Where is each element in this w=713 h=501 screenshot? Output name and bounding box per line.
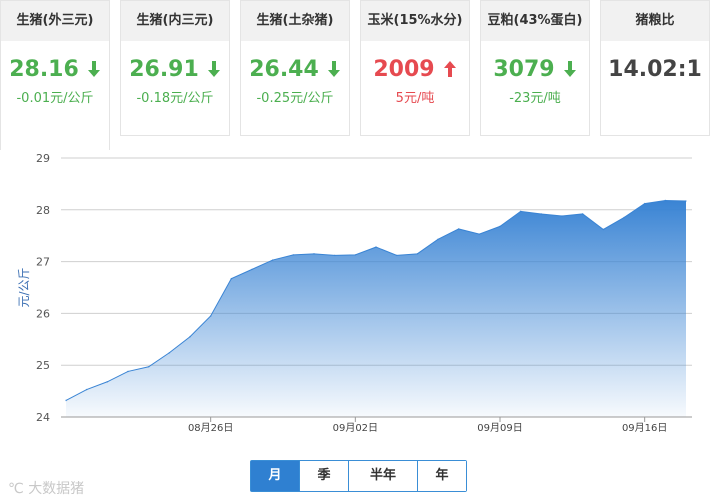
x-tick-label: 08月26日 bbox=[188, 422, 233, 434]
data-point bbox=[416, 253, 419, 255]
card-title: 猪粮比 bbox=[601, 1, 709, 41]
card-price: 26.91 bbox=[121, 55, 229, 85]
data-point bbox=[519, 210, 522, 213]
card-price: 28.16 bbox=[1, 55, 109, 85]
data-point bbox=[561, 215, 563, 217]
down-arrow-icon bbox=[87, 61, 100, 77]
card-pig-grain-ratio[interactable]: 猪粮比 14.02:1 bbox=[600, 0, 710, 136]
data-point bbox=[685, 200, 687, 202]
down-arrow-icon bbox=[327, 61, 340, 77]
x-tick-label: 09月16日 bbox=[622, 422, 667, 434]
y-axis-label: 元/公斤 bbox=[17, 267, 31, 307]
data-point bbox=[168, 351, 171, 354]
y-tick-label: 24 bbox=[36, 411, 50, 424]
card-change: 5元/吨 bbox=[395, 91, 435, 106]
up-arrow-icon bbox=[443, 61, 456, 77]
y-tick-label: 28 bbox=[36, 204, 50, 217]
data-point bbox=[478, 233, 481, 235]
card-pig-inner[interactable]: 生猪(内三元) 26.91 -0.18元/公斤 bbox=[120, 0, 230, 136]
card-pig-outer[interactable]: 生猪(外三元) 28.16 -0.01元/公斤 bbox=[0, 0, 110, 150]
y-tick-label: 27 bbox=[36, 256, 50, 269]
data-point bbox=[127, 370, 129, 373]
card-price: 3079 bbox=[481, 55, 589, 85]
data-point bbox=[230, 277, 233, 280]
data-point bbox=[65, 399, 67, 402]
data-point bbox=[85, 388, 88, 391]
card-title: 生猪(外三元) bbox=[1, 1, 109, 41]
card-change: -0.25元/公斤 bbox=[256, 91, 334, 106]
data-point bbox=[623, 216, 625, 219]
x-tick-label: 09月09日 bbox=[477, 422, 522, 434]
data-point bbox=[251, 268, 253, 271]
data-point bbox=[643, 202, 646, 205]
card-title: 豆粕(43%蛋白) bbox=[481, 1, 589, 41]
card-title: 生猪(土杂猪) bbox=[241, 1, 349, 41]
data-point bbox=[602, 228, 605, 231]
data-point bbox=[147, 365, 150, 368]
card-title: 玉米(15%水分) bbox=[361, 1, 469, 41]
x-tick-label: 09月02日 bbox=[333, 422, 378, 434]
data-point bbox=[106, 380, 109, 383]
y-tick-label: 26 bbox=[36, 307, 50, 320]
data-point bbox=[292, 254, 295, 256]
data-point bbox=[664, 199, 667, 202]
card-soymeal[interactable]: 豆粕(43%蛋白) 3079 -23元/吨 bbox=[480, 0, 590, 136]
data-point bbox=[209, 315, 212, 317]
period-half-year-button[interactable]: 半年 bbox=[348, 461, 417, 491]
card-price: 26.44 bbox=[241, 55, 349, 85]
period-quarter-button[interactable]: 季 bbox=[299, 461, 348, 491]
data-point bbox=[457, 228, 460, 230]
card-price: 14.02:1 bbox=[608, 57, 702, 82]
logo-icon: ℃ bbox=[8, 481, 24, 497]
card-change: -0.01元/公斤 bbox=[16, 91, 94, 106]
price-cards: 生猪(外三元) 28.16 -0.01元/公斤 生猪(内三元) 26.91 -0… bbox=[0, 0, 713, 150]
card-pig-local[interactable]: 生猪(土杂猪) 26.44 -0.25元/公斤 bbox=[240, 0, 350, 136]
card-corn[interactable]: 玉米(15%水分) 2009 5元/吨 bbox=[360, 0, 470, 136]
area-chart-svg: 24 25 26 27 28 29 08月26日 09月02日 09月09日 09月16日 元/公斤 bbox=[17, 152, 692, 434]
down-arrow-icon bbox=[207, 61, 220, 77]
card-price: 2009 bbox=[361, 55, 469, 85]
data-point bbox=[499, 225, 501, 228]
down-arrow-icon bbox=[563, 61, 576, 77]
y-tick-label: 29 bbox=[36, 152, 50, 165]
data-point bbox=[581, 213, 584, 215]
data-point bbox=[354, 254, 357, 256]
period-month-button[interactable]: 月 bbox=[251, 461, 299, 491]
period-year-button[interactable]: 年 bbox=[417, 461, 466, 491]
card-change: -0.18元/公斤 bbox=[136, 91, 214, 106]
area-fill bbox=[66, 200, 686, 417]
card-change: -23元/吨 bbox=[509, 91, 561, 106]
watermark-text: 大数据猪 bbox=[28, 481, 85, 497]
data-point bbox=[313, 253, 315, 255]
price-chart: 24 25 26 27 28 29 08月26日 09月02日 09月09日 09月16日 元/公斤 bbox=[0, 150, 713, 450]
period-switcher: 月 季 半年 年 bbox=[250, 460, 467, 492]
watermark-logo: ℃ 大数据猪 bbox=[8, 478, 84, 498]
data-point bbox=[395, 254, 398, 257]
card-title: 生猪(内三元) bbox=[121, 1, 229, 41]
data-point bbox=[333, 254, 336, 257]
data-point bbox=[271, 259, 274, 261]
data-point bbox=[375, 246, 377, 248]
data-point bbox=[189, 335, 191, 338]
data-point bbox=[540, 213, 543, 215]
data-point bbox=[437, 238, 439, 241]
y-tick-label: 25 bbox=[36, 359, 50, 372]
